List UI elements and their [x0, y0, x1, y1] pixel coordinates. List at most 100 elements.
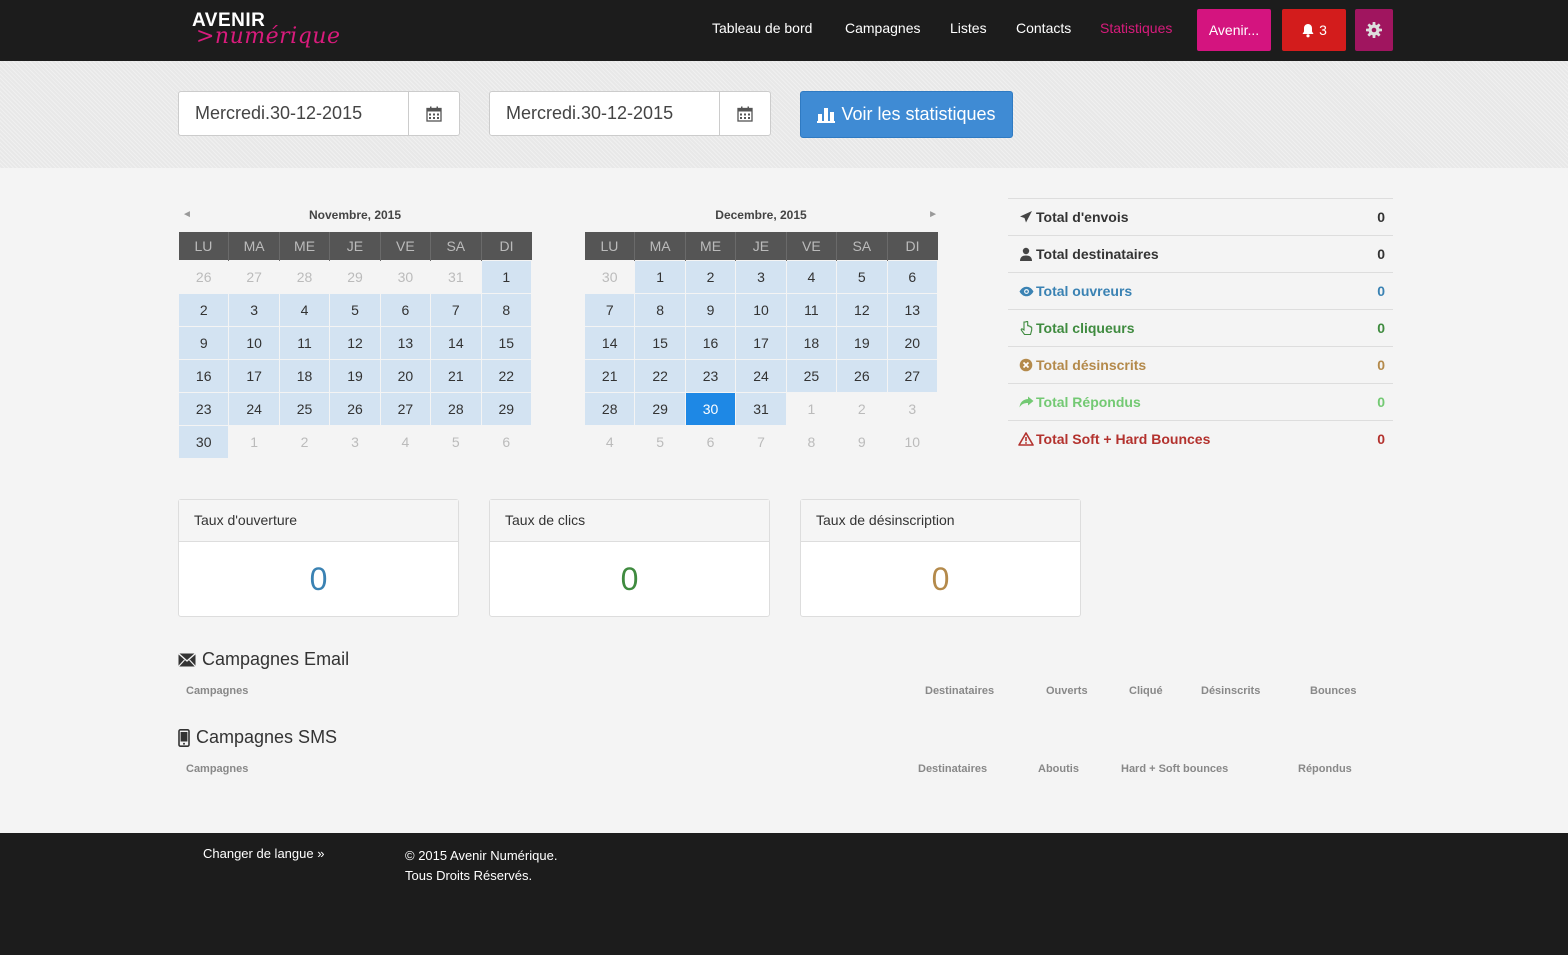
calendar-day-selected[interactable]: 30	[684, 391, 737, 426]
calendar-day[interactable]: 11	[785, 292, 838, 327]
calendar-day[interactable]: 19	[836, 325, 888, 360]
calendar-day[interactable]: 23	[684, 358, 737, 393]
nav-contacts[interactable]: Contacts	[1016, 20, 1071, 36]
calendar-day[interactable]: 14	[583, 325, 636, 360]
calendar-day[interactable]: 30	[583, 259, 636, 294]
calendar-next-button[interactable]: ►	[928, 200, 938, 230]
calendar-day[interactable]: 9	[177, 325, 230, 360]
calendar-day[interactable]: 15	[634, 325, 686, 360]
change-language-link[interactable]: Changer de langue »	[203, 846, 324, 861]
calendar-day[interactable]: 21	[430, 358, 482, 393]
calendar-day[interactable]: 29	[634, 391, 686, 426]
calendar-day[interactable]: 27	[886, 358, 939, 393]
settings-button[interactable]	[1355, 9, 1393, 51]
calendar-day[interactable]: 14	[430, 325, 482, 360]
calendar-day[interactable]: 4	[379, 424, 432, 459]
calendar-day[interactable]: 21	[583, 358, 636, 393]
col-aboutis[interactable]: Aboutis	[1038, 763, 1079, 775]
calendar-day[interactable]: 1	[228, 424, 280, 459]
calendar-day[interactable]: 24	[228, 391, 280, 426]
calendar-day[interactable]: 29	[329, 259, 381, 294]
calendar-day[interactable]: 3	[886, 391, 939, 426]
calendar-day[interactable]: 6	[684, 424, 737, 459]
calendar-day[interactable]: 31	[735, 391, 787, 426]
calendar-day[interactable]: 10	[735, 292, 787, 327]
calendar-day[interactable]: 17	[735, 325, 787, 360]
calendar-day[interactable]: 2	[177, 292, 230, 327]
nav-statistiques[interactable]: Statistiques	[1100, 20, 1172, 36]
col-destinataires[interactable]: Destinataires	[925, 685, 994, 697]
calendar-day[interactable]: 7	[735, 424, 787, 459]
view-stats-button[interactable]: Voir les statistiques	[800, 91, 1013, 138]
col-clique[interactable]: Cliqué	[1129, 685, 1163, 697]
calendar-day[interactable]: 16	[684, 325, 737, 360]
calendar-day[interactable]: 19	[329, 358, 381, 393]
calendar-day[interactable]: 4	[583, 424, 636, 459]
calendar-day[interactable]: 25	[785, 358, 838, 393]
calendar-day[interactable]: 5	[329, 292, 381, 327]
calendar-day[interactable]: 3	[329, 424, 381, 459]
calendar-day[interactable]: 4	[278, 292, 331, 327]
calendar-day[interactable]: 28	[430, 391, 482, 426]
calendar-day[interactable]: 2	[278, 424, 331, 459]
col-bounces[interactable]: Bounces	[1310, 685, 1356, 697]
calendar-day[interactable]: 9	[684, 292, 737, 327]
calendar-day[interactable]: 18	[785, 325, 838, 360]
calendar-day[interactable]: 6	[379, 292, 432, 327]
calendar-day[interactable]: 13	[379, 325, 432, 360]
calendar-day[interactable]: 27	[228, 259, 280, 294]
calendar-day[interactable]: 4	[785, 259, 838, 294]
calendar-day[interactable]: 24	[735, 358, 787, 393]
calendar-day[interactable]: 16	[177, 358, 230, 393]
brand-logo[interactable]: AVENIR >numérique	[192, 10, 340, 50]
calendar-day[interactable]: 10	[886, 424, 939, 459]
calendar-day[interactable]: 5	[430, 424, 482, 459]
calendar-day[interactable]: 29	[480, 391, 533, 426]
calendar-day[interactable]: 20	[379, 358, 432, 393]
calendar-day[interactable]: 25	[278, 391, 331, 426]
col-campagnes[interactable]: Campagnes	[186, 763, 248, 775]
nav-tableau-de-bord[interactable]: Tableau de bord	[712, 20, 812, 36]
calendar-day[interactable]: 13	[886, 292, 939, 327]
calendar-day[interactable]: 12	[329, 325, 381, 360]
calendar-day[interactable]: 1	[634, 259, 686, 294]
account-button[interactable]: Avenir...	[1197, 9, 1271, 51]
col-repondus[interactable]: Répondus	[1298, 763, 1352, 775]
calendar-day[interactable]: 11	[278, 325, 331, 360]
calendar-day[interactable]: 5	[836, 259, 888, 294]
col-ouverts[interactable]: Ouverts	[1046, 685, 1088, 697]
calendar-day[interactable]: 6	[480, 424, 533, 459]
calendar-day[interactable]: 20	[886, 325, 939, 360]
col-desinscrits[interactable]: Désinscrits	[1201, 685, 1260, 697]
calendar-day[interactable]: 10	[228, 325, 280, 360]
calendar-day[interactable]: 2	[836, 391, 888, 426]
calendar-day[interactable]: 9	[836, 424, 888, 459]
calendar-day[interactable]: 3	[228, 292, 280, 327]
calendar-day[interactable]: 26	[177, 259, 230, 294]
calendar-day[interactable]: 12	[836, 292, 888, 327]
calendar-day[interactable]: 17	[228, 358, 280, 393]
calendar-day[interactable]: 22	[634, 358, 686, 393]
calendar-day[interactable]: 5	[634, 424, 686, 459]
calendar-day[interactable]: 30	[177, 424, 230, 459]
end-date-calendar-button[interactable]	[719, 92, 770, 135]
calendar-day[interactable]: 7	[583, 292, 636, 327]
calendar-prev-button[interactable]: ◄	[182, 200, 192, 230]
calendar-day[interactable]: 1	[480, 259, 533, 294]
calendar-day[interactable]: 30	[379, 259, 432, 294]
calendar-day[interactable]: 22	[480, 358, 533, 393]
start-date-calendar-button[interactable]	[408, 92, 459, 135]
nav-listes[interactable]: Listes	[950, 20, 987, 36]
calendar-day[interactable]: 8	[785, 424, 838, 459]
calendar-day[interactable]: 2	[684, 259, 737, 294]
nav-campagnes[interactable]: Campagnes	[845, 20, 921, 36]
calendar-day[interactable]: 26	[836, 358, 888, 393]
calendar-day[interactable]: 6	[886, 259, 939, 294]
calendar-day[interactable]: 7	[430, 292, 482, 327]
calendar-day[interactable]: 27	[379, 391, 432, 426]
calendar-day[interactable]: 26	[329, 391, 381, 426]
calendar-day[interactable]: 23	[177, 391, 230, 426]
calendar-day[interactable]: 31	[430, 259, 482, 294]
col-hard-soft-bounces[interactable]: Hard + Soft bounces	[1121, 763, 1228, 775]
col-campagnes[interactable]: Campagnes	[186, 685, 248, 697]
